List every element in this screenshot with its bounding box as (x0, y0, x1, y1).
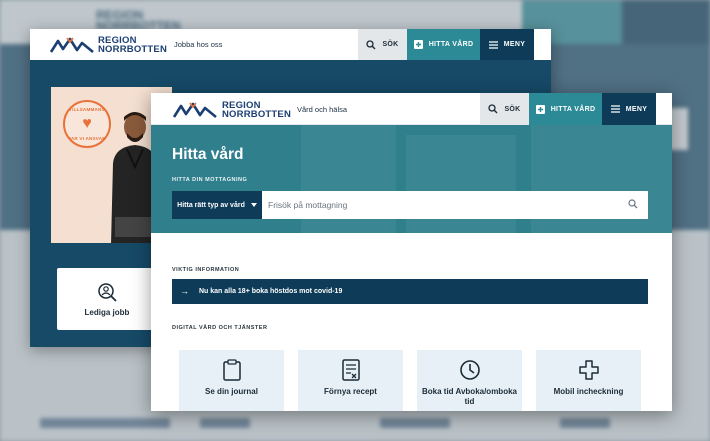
covid-booking-alert[interactable]: → Nu kan alla 18+ boka höstdos mot covid… (172, 279, 648, 304)
clipboard-icon (222, 359, 241, 381)
care-type-dropdown[interactable]: Hitta rätt typ av vård (172, 191, 262, 219)
search-icon[interactable] (628, 199, 638, 209)
caret-down-icon (250, 203, 257, 207)
menu-button[interactable]: MENY (480, 29, 534, 60)
clock-icon (459, 360, 480, 380)
background-link (560, 418, 610, 428)
search-button-label: SÖK (382, 41, 399, 48)
logo-wordmark: REGION NORRBOTTEN (98, 35, 168, 55)
service-card-book-appointment[interactable]: Boka tid Avboka/omboka tid (417, 350, 522, 411)
plus-square-icon (535, 104, 545, 114)
menu-label: MENY (503, 41, 526, 48)
find-care-label: HITTA VÅRD (428, 41, 474, 48)
open-jobs-label: Lediga jobb (84, 307, 130, 317)
menu-button[interactable]: MENY (602, 93, 656, 125)
region-norrbotten-logo[interactable]: REGION NORRBOTTEN (50, 36, 167, 54)
service-label: Boka tid Avboka/omboka tid (422, 387, 517, 406)
logo-wordmark: REGION NORRBOTTEN (222, 100, 292, 120)
search-icon (488, 104, 498, 114)
front-window-find-care: REGION NORRBOTTEN Vård och hälsa SÖK HIT… (151, 93, 672, 411)
background-menu-button (622, 0, 710, 44)
background-link (380, 418, 450, 428)
site-tagline[interactable]: Jobba hos oss (174, 40, 222, 49)
page-title: Hitta vård (172, 146, 244, 163)
menu-label: MENY (625, 105, 648, 113)
cross-icon (578, 360, 599, 380)
find-care-hero: Hitta vård HITTA DIN MOTTAGNING Hitta rä… (151, 125, 672, 233)
heart-icon: ♥ (82, 115, 92, 132)
plus-square-icon (413, 40, 423, 49)
mountain-logo-icon (50, 37, 94, 53)
service-card-renew-prescription[interactable]: Förnya recept (298, 350, 403, 411)
care-type-dropdown-label: Hitta rätt typ av vård (177, 201, 245, 209)
site-header: REGION NORRBOTTEN Jobba hos oss SÖK HITT… (30, 29, 551, 60)
prescription-icon (341, 359, 360, 381)
service-card-journal[interactable]: Se din journal (179, 350, 284, 411)
hamburger-icon (610, 105, 620, 113)
mountain-logo-icon (172, 102, 217, 118)
search-icon (366, 39, 376, 49)
service-label: Förnya recept (324, 387, 377, 396)
find-care-button[interactable]: HITTA VÅRD (529, 93, 602, 125)
alert-text: Nu kan alla 18+ boka höstdos mot covid-1… (199, 288, 343, 295)
find-care-label: HITTA VÅRD (550, 105, 596, 113)
background-link (40, 418, 170, 428)
service-label: Mobil incheckning (553, 387, 624, 396)
hamburger-icon (488, 40, 498, 49)
clinic-search-input[interactable] (262, 191, 648, 219)
background-link (200, 418, 250, 428)
search-person-icon (98, 282, 117, 302)
find-care-button[interactable]: HITTA VÅRD (407, 29, 480, 60)
site-header: REGION NORRBOTTEN Vård och hälsa SÖK HIT… (151, 93, 672, 125)
service-label: Se din journal (205, 387, 258, 396)
search-button[interactable]: SÖK (358, 29, 407, 60)
site-tagline[interactable]: Vård och hälsa (297, 105, 347, 114)
important-info-label: VIKTIG INFORMATION (172, 267, 240, 273)
arrow-right-icon: → (180, 286, 189, 296)
service-card-mobile-checkin[interactable]: Mobil incheckning (536, 350, 641, 411)
search-button-label: SÖK (504, 105, 521, 113)
find-clinic-label: HITTA DIN MOTTAGNING (172, 177, 248, 183)
open-jobs-card[interactable]: Lediga jobb (57, 268, 157, 330)
region-norrbotten-logo[interactable]: REGION NORRBOTTEN (172, 101, 291, 119)
digital-services-label: DIGITAL VÅRD OCH TJÄNSTER (172, 325, 268, 331)
search-button[interactable]: SÖK (480, 93, 529, 125)
together-responsibility-badge: TILLSAMMANS ♥ TAR VI ANSVAR (63, 100, 111, 148)
